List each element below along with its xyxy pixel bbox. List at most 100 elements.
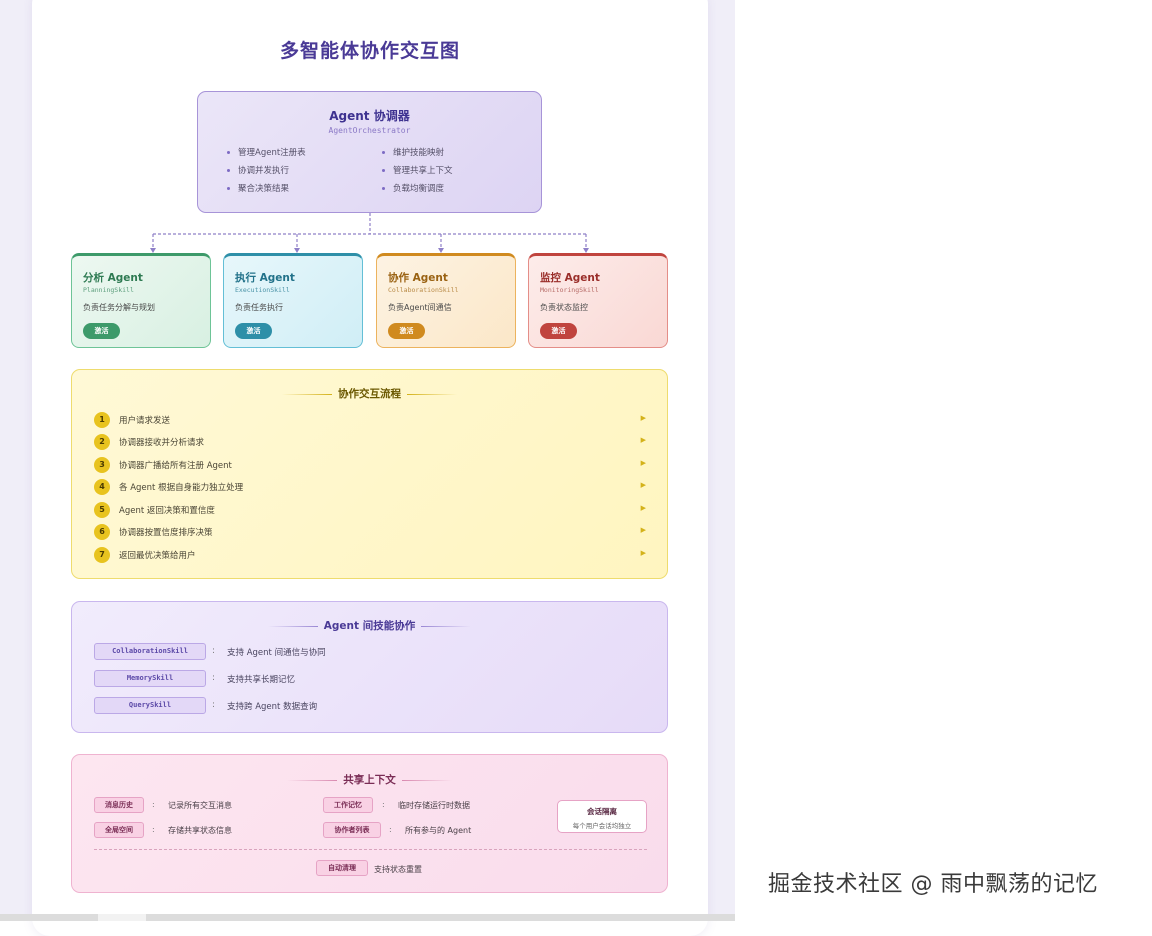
context-desc: 记录所有交互消息 [168, 801, 232, 810]
arrow-right-icon: ▶ [640, 526, 646, 534]
agent-status-badge: 激活 [235, 323, 272, 339]
context-chip: 消息历史 [94, 797, 144, 813]
arrow-right-icon: ▶ [640, 436, 646, 444]
step-text: 返回最优决策给用户 [119, 551, 196, 561]
orchestrator-duty: 协调并发执行 [227, 165, 306, 183]
agent-desc: 负责状态监控 [540, 303, 588, 312]
step-number: 5 [94, 502, 110, 518]
orchestrator-duty: 管理共享上下文 [382, 165, 453, 183]
flow-title-text: 协作交互流程 [338, 388, 401, 400]
scrollbar-thumb[interactable] [98, 914, 146, 921]
agent-card-monitoring: 监控 Agent MonitoringSkill 负责状态监控 激活 [528, 253, 668, 348]
watermark: 掘金技术社区 @ 雨中飘荡的记忆 [768, 872, 1098, 897]
orchestrator-duty: 管理Agent注册表 [227, 147, 306, 165]
context-title-text: 共享上下文 [343, 774, 396, 786]
orchestrator-subtitle: AgentOrchestrator [328, 126, 411, 135]
step-text: 协调器接收并分析请求 [119, 438, 205, 448]
arrow-right-icon: ▶ [640, 459, 646, 467]
skill-desc: 支持跨 Agent 数据查询 [227, 702, 318, 712]
step-text: 协调器按置信度排序决策 [119, 528, 213, 538]
separator: : [152, 800, 155, 809]
flow-step: 7 返回最优决策给用户 ▶ [94, 547, 646, 563]
skill-chip: QuerySkill [94, 697, 206, 714]
context-chip: 全局空间 [94, 822, 144, 838]
skill-row: MemorySkill: 支持共享长期记忆 [94, 670, 634, 688]
flow-step: 2 协调器接收并分析请求 ▶ [94, 434, 646, 450]
context-desc: 临时存储运行时数据 [398, 801, 470, 810]
agent-card-planning: 分析 Agent PlanningSkill 负责任务分解与规划 激活 [71, 253, 211, 348]
skill-desc: 支持共享长期记忆 [227, 675, 296, 685]
agent-skill: MonitoringSkill [540, 286, 599, 294]
separator: : [212, 646, 215, 656]
flow-step: 1 用户请求发送 ▶ [94, 412, 646, 428]
skill-row: QuerySkill: 支持跨 Agent 数据查询 [94, 697, 634, 715]
agent-status-badge: 激活 [388, 323, 425, 339]
step-number: 1 [94, 412, 110, 428]
title-rule [287, 779, 338, 781]
skills-title: Agent 间技能协作 [72, 618, 667, 633]
context-chip: 协作者列表 [323, 822, 381, 838]
agent-status-badge: 激活 [83, 323, 120, 339]
agent-card-collaboration: 协作 Agent CollaborationSkill 负责Agent间通信 激… [376, 253, 516, 348]
agent-name: 监控 Agent [540, 272, 600, 284]
skill-desc: 支持 Agent 间通信与协同 [227, 648, 326, 658]
skills-title-text: Agent 间技能协作 [323, 620, 416, 632]
skill-row: CollaborationSkill: 支持 Agent 间通信与协同 [94, 643, 634, 661]
orchestrator-box: Agent 协调器 AgentOrchestrator 管理Agent注册表 协… [197, 91, 542, 213]
step-text: Agent 返回决策和置信度 [119, 506, 215, 516]
orchestrator-duties-left: 管理Agent注册表 协调并发执行 聚合决策结果 [227, 147, 306, 201]
agent-desc: 负责任务执行 [235, 303, 283, 312]
skill-chip: MemorySkill [94, 670, 206, 687]
step-text: 各 Agent 根据自身能力独立处理 [119, 483, 244, 493]
separator: : [389, 825, 392, 834]
dashed-divider [94, 849, 647, 850]
step-number: 2 [94, 434, 110, 450]
agent-skill: PlanningSkill [83, 286, 134, 294]
flow-section: 协作交互流程 1 用户请求发送 ▶ 2 协调器接收并分析请求 ▶ 3 协调器广播给所有注册… [71, 369, 668, 579]
orchestrator-duties-right: 维护技能映射 管理共享上下文 负载均衡调度 [382, 147, 453, 201]
separator: : [212, 700, 215, 710]
step-text: 用户请求发送 [119, 416, 171, 426]
agent-desc: 负责Agent间通信 [388, 303, 452, 312]
isolation-desc: 每个用户会话均独立 [572, 822, 632, 830]
context-desc: 所有参与的 Agent [405, 826, 472, 835]
context-chip: 工作记忆 [323, 797, 373, 813]
arrow-right-icon: ▶ [640, 414, 646, 422]
step-number: 3 [94, 457, 110, 473]
orchestrator-title: Agent 协调器 [329, 109, 410, 123]
arrow-right-icon: ▶ [640, 504, 646, 512]
separator: : [382, 800, 385, 809]
title-rule [407, 393, 457, 395]
arrow-right-icon: ▶ [640, 481, 646, 489]
step-number: 7 [94, 547, 110, 563]
step-text: 协调器广播给所有注册 Agent [119, 461, 232, 471]
title-rule [267, 625, 318, 627]
context-desc: 支持状态重置 [374, 865, 422, 874]
title-rule [401, 779, 452, 781]
agent-name: 分析 Agent [83, 272, 143, 284]
context-title: 共享上下文 [72, 772, 667, 787]
flow-step: 5 Agent 返回决策和置信度 ▶ [94, 502, 646, 518]
isolation-title: 会话隔离 [587, 807, 617, 816]
flow-step: 4 各 Agent 根据自身能力独立处理 ▶ [94, 479, 646, 495]
step-number: 6 [94, 524, 110, 540]
agent-name: 协作 Agent [388, 272, 448, 284]
session-isolation-box: 会话隔离 每个用户会话均独立 [557, 800, 647, 833]
context-chip: 自动清理 [316, 860, 368, 876]
agent-desc: 负责任务分解与规划 [83, 303, 155, 312]
skills-section: Agent 间技能协作 CollaborationSkill: 支持 Agent … [71, 601, 668, 733]
flow-title: 协作交互流程 [72, 386, 667, 401]
title-rule [421, 625, 472, 627]
context-desc: 存储共享状态信息 [168, 826, 232, 835]
separator: : [212, 673, 215, 683]
title-rule [282, 393, 332, 395]
skill-chip: CollaborationSkill [94, 643, 206, 660]
arrow-right-icon: ▶ [640, 549, 646, 557]
flow-step: 6 协调器按置信度排序决策 ▶ [94, 524, 646, 540]
orchestrator-duty: 聚合决策结果 [227, 183, 306, 201]
agent-status-badge: 激活 [540, 323, 577, 339]
separator: : [152, 825, 155, 834]
agent-card-execution: 执行 Agent ExecutionSkill 负责任务执行 激活 [223, 253, 363, 348]
shared-context-section: 共享上下文 消息历史 : 记录所有交互消息 全局空间 : 存储共享状态信息 工作… [71, 754, 668, 893]
agent-skill: ExecutionSkill [235, 286, 290, 294]
